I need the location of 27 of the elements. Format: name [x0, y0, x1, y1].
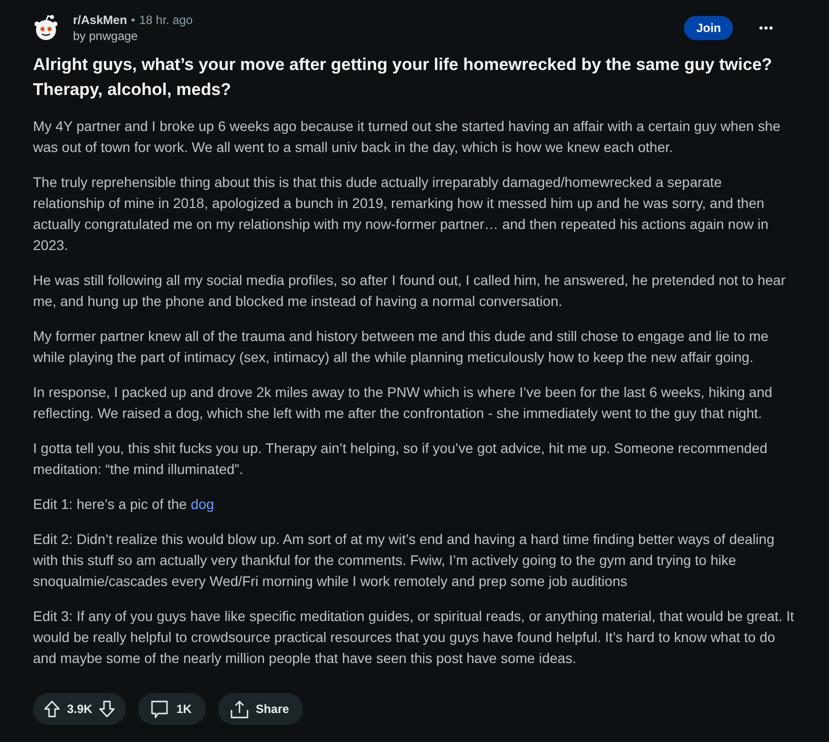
more-icon — [759, 26, 773, 30]
post-paragraph: My former partner knew all of the trauma and history between me and this dude and still chose to engage and lie to me while playing the part of intimacy (sex, intimacy) all the while planning meticulously how to keep the new affair going. — [33, 327, 770, 367]
post-paragraph: My 4Y partner and I broke up 6 weeks ago because it turned out she started having an affair with a certain guy when she was out of town for work. We all went to a small univ back in the day, which is how we knew each other. — [33, 117, 782, 157]
post-paragraph: I gotta tell you, this shit fucks you up. Therapy ain’t helping, so if you’ve got advice, hit me up. Someone recommended meditation: “the mind illuminated”. — [33, 439, 768, 479]
vote-score: 3.9K — [67, 702, 92, 716]
join-button[interactable]: Join — [684, 16, 733, 40]
up-arrow-icon — [43, 700, 61, 718]
downvote-button[interactable] — [98, 700, 116, 718]
separator-dot: • — [131, 12, 136, 28]
speech-bubble-icon — [150, 700, 170, 718]
text-link[interactable]: dog — [190, 496, 214, 512]
post-paragraph: Edit 2: Didn’t realize this would blow up. Am sort of at my wit’s end and having a hard time finding better ways of dealing with this stuff so am actually very thankful for the comments. Fwiw, I’m actively going to the gym and trying to hike snoqualmie/cascades every Wed/Fri morning while I work remotely and prep some job auditions — [33, 530, 776, 591]
comments-button[interactable]: 1K — [138, 693, 206, 725]
share-icon — [230, 700, 249, 718]
post-paragraph: Edit 1: here’s a pic of the dog — [33, 495, 216, 514]
upvote-button[interactable] — [43, 700, 61, 718]
down-arrow-icon — [98, 700, 116, 718]
post-paragraph: He was still following all my social media profiles, so after I found out, I called him, he answered, he pretended not to hear me, and hung up the phone and blocked me instead of having a normal conversation. — [33, 271, 787, 311]
post-paragraph: In response, I packed up and drove 2k miles away to the PNW which is where I’ve been for the last 6 weeks, hiking and reflecting. We raised a dog, which she left with me after the confrontation - she immediately went to the guy that night. — [33, 383, 774, 423]
post-time: 18 hr. ago — [139, 12, 193, 28]
alien-mascot-avatar-icon — [33, 14, 59, 42]
subreddit-name[interactable]: r/AskMen — [73, 12, 128, 28]
post-paragraph: The truly reprehensible thing about this is that this dude actually irreparably damaged/homewrecked a separate relationship of mine in 2018, apologized a bunch in 2019, remarking how it messed him up and he was sorry, and then actually congratulated me on my relationship with my now-former partner… and then repeated his actions again now in 2023. — [33, 173, 770, 255]
post-paragraph: Edit 3: If any of you guys have like specific meditation guides, or spiritual reads, or anything material, that would be great. It would be really helpful to crowdsource practical resources that you guys have found helpful. It’s hard to know what to do and maybe some of the nearly million people that have seen this post have some ideas. — [33, 607, 796, 668]
post-title: Alright guys, what’s your move after getting your life homewrecked by the same guy twice? Therapy, alcohol, meds? — [33, 54, 774, 101]
post-author[interactable]: by pnwgage — [73, 28, 138, 44]
share-button[interactable]: Share — [218, 693, 304, 725]
